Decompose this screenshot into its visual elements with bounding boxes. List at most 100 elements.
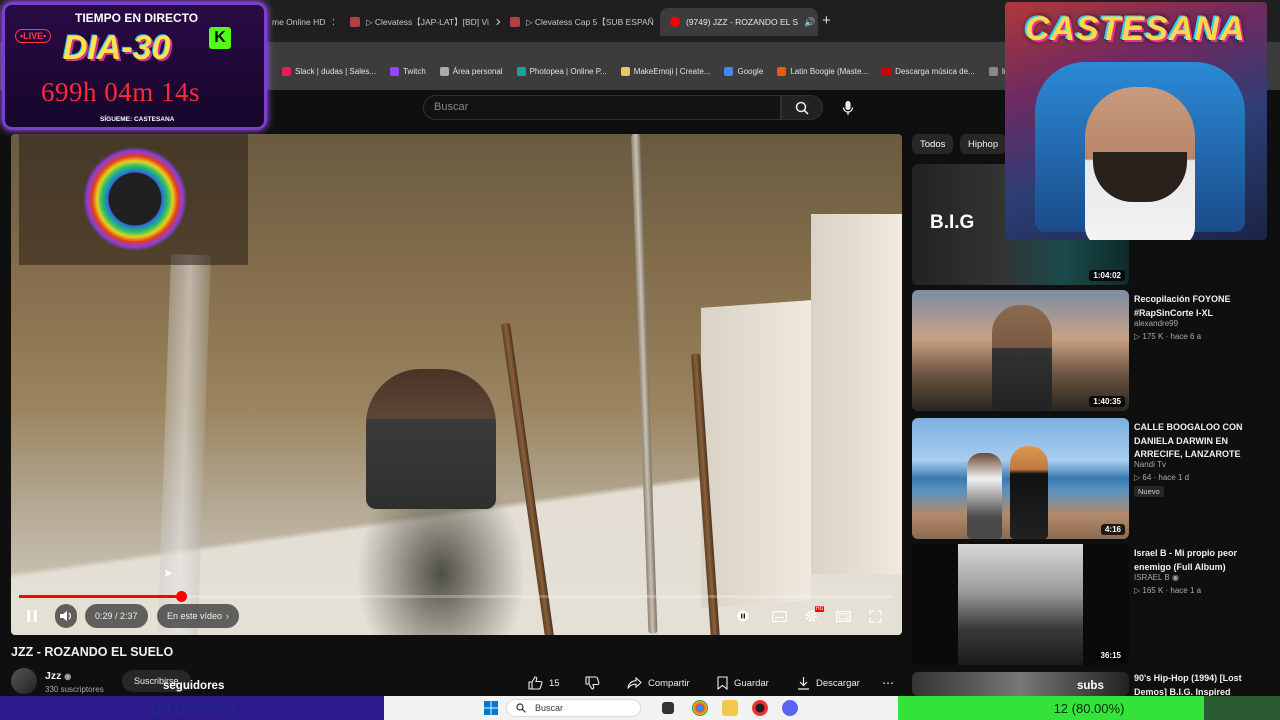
video-frame-rebar <box>631 134 658 634</box>
like-count: 15 <box>549 677 560 689</box>
bookmark-label: Descarga música de... <box>895 67 975 76</box>
webcam-overlay: CASTESANA <box>1005 2 1267 240</box>
recommendation-title[interactable]: 90's Hip-Hop (1994) [Lost Demos] B.I.G. … <box>1134 672 1262 696</box>
video-frame-rebar <box>501 322 556 635</box>
bookmark-item[interactable]: Área personal <box>439 67 503 76</box>
video-title: JZZ - ROZANDO EL SUELO <box>11 645 174 659</box>
more-actions-button[interactable]: ⋯ <box>882 673 894 693</box>
save-button[interactable]: Guardar <box>717 673 769 693</box>
chip-hiphop[interactable]: Hiphop <box>960 134 1007 154</box>
recommendation-title[interactable]: Recopilación FOYONE #RapSinCorte I-XL <box>1134 293 1262 320</box>
obs-icon[interactable] <box>752 700 768 716</box>
search-icon <box>516 703 526 713</box>
pause-button[interactable] <box>21 604 43 628</box>
task-view-icon[interactable] <box>662 702 674 714</box>
share-label: Compartir <box>648 677 690 689</box>
recommendation-thumbnail[interactable]: 4:16 <box>912 418 1129 539</box>
search-button[interactable] <box>781 95 823 120</box>
thumbnail-person <box>992 305 1052 411</box>
channel-name[interactable]: Jzz ◉ <box>45 670 71 682</box>
bookmark-item[interactable]: Twitch <box>390 67 426 76</box>
browser-tab[interactable]: me Online HD ✕ <box>262 8 334 36</box>
new-badge: Nuevo <box>1134 486 1164 497</box>
autoplay-icon <box>737 610 749 622</box>
video-player[interactable]: 0:29 / 2:37 En este vídeo › HD ➤ <box>11 134 902 635</box>
thumbnail-person <box>967 453 1002 539</box>
video-progress-scrubber[interactable] <box>175 591 187 602</box>
recommendation-channel[interactable]: Nandi Tv <box>1134 460 1166 469</box>
recommendation-title[interactable]: CALLE BOOGALOO CON DANIELA DARWIN EN ARR… <box>1134 421 1262 462</box>
bookmark-favicon-icon <box>282 67 291 76</box>
thumbnail-person <box>1010 446 1048 539</box>
bookmark-item[interactable]: MakeEmoji | Create... <box>620 67 711 76</box>
recommendation-thumbnail[interactable]: 1:40:35 <box>912 290 1129 411</box>
live-timer-header: TIEMPO EN DIRECTO <box>75 11 199 25</box>
recommendation-channel[interactable]: alexandre99 <box>1134 319 1178 328</box>
verified-icon: ◉ <box>1171 573 1179 582</box>
browser-tab-active[interactable]: (9749) JZZ - ROZANDO EL S 🔊 ✕ <box>660 8 818 36</box>
volume-button[interactable] <box>55 604 77 628</box>
voice-search-button[interactable] <box>835 95 860 120</box>
channel-avatar[interactable] <box>11 668 37 694</box>
subs-goal-bar: 12 (80.00%) <box>898 696 1280 720</box>
search-input[interactable]: Buscar <box>423 95 781 120</box>
follow-handle: SÍGUEME: CASTESANA <box>100 116 175 123</box>
new-tab-button[interactable]: + <box>822 12 831 29</box>
taskbar-search-input[interactable]: Buscar <box>506 699 641 717</box>
windows-start-icon[interactable] <box>484 701 498 715</box>
download-icon <box>798 677 809 690</box>
settings-button[interactable]: HD <box>801 604 825 628</box>
bookmark-item[interactable]: Descarga música de... <box>882 67 975 76</box>
bookmark-item[interactable]: Latin Boogie (Maste... <box>777 67 868 76</box>
streamer-logo: CASTESANA <box>1025 10 1246 48</box>
bookmark-item[interactable]: Google <box>724 67 763 76</box>
bookmark-item[interactable]: Slack | dudas | Sales... <box>282 67 376 76</box>
like-button[interactable]: 15 <box>528 673 560 693</box>
bookmark-label: MakeEmoji | Create... <box>633 67 711 76</box>
tab-close-icon[interactable]: ✕ <box>331 16 334 29</box>
youtube-favicon-icon <box>670 17 680 27</box>
bookmark-item[interactable]: Photopea | Online P... <box>516 67 607 76</box>
stream-overlay-logo <box>19 134 248 265</box>
subtitles-button[interactable] <box>769 604 789 628</box>
bookmark-favicon-icon <box>777 67 787 76</box>
browser-tab[interactable]: ▷ Clevatess【JAP-LAT】[BD] Vi ✕ <box>340 8 500 36</box>
speaker-icon[interactable]: 🔊 <box>804 17 815 28</box>
thumbnail-photo <box>958 544 1083 665</box>
channel-label: ISRAEL B <box>1134 573 1170 582</box>
recommendation-channel[interactable]: ISRAEL B ◉ <box>1134 573 1179 582</box>
dislike-button[interactable] <box>585 673 600 693</box>
discord-icon[interactable] <box>782 700 798 716</box>
chevron-right-icon: › <box>226 611 230 621</box>
recommendation-meta: ▷ 175 K · hace 6 a <box>1134 332 1202 341</box>
goal-bar-label-followers: seguidores <box>163 680 225 692</box>
tab-label: me Online HD <box>272 17 326 27</box>
chip-all[interactable]: Todos <box>912 134 954 154</box>
recommendation-thumbnail[interactable]: 36:15 <box>912 544 1129 665</box>
theater-mode-button[interactable] <box>833 604 853 628</box>
subs-goal-value: 12 (80.00%) <box>1053 700 1125 716</box>
browser-tab[interactable]: ▷ Clevatess Cap 5【SUB ESPAÑ ✕ <box>500 8 658 36</box>
upload-age: hace 6 a <box>1170 332 1202 341</box>
bookmark-label: Slack | dudas | Sales... <box>295 67 377 76</box>
pause-icon <box>27 610 37 622</box>
more-horizontal-icon: ⋯ <box>882 676 894 690</box>
fullscreen-icon <box>868 609 882 623</box>
bookmark-icon <box>717 676 728 690</box>
stream-live-timer-overlay: TIEMPO EN DIRECTO •LIVE• DIA-30 K 699h 0… <box>2 2 267 130</box>
download-button[interactable]: Descargar <box>797 673 860 693</box>
chrome-icon[interactable] <box>692 700 708 716</box>
volume-icon <box>59 611 71 621</box>
save-label: Guardar <box>734 677 769 689</box>
subs-goal-fill <box>898 696 1204 720</box>
recommendation-title[interactable]: Israel B - Mi propio peor enemigo (Full … <box>1134 547 1262 574</box>
share-button[interactable]: Compartir <box>627 673 690 693</box>
autoplay-toggle[interactable] <box>735 604 751 628</box>
file-explorer-icon[interactable] <box>722 700 738 716</box>
chapters-button[interactable]: En este vídeo › <box>157 604 240 628</box>
bookmark-label: Twitch <box>403 67 426 76</box>
fullscreen-button[interactable] <box>865 604 885 628</box>
bookmarks-list: Slack | dudas | Sales... Twitch Área perso… <box>282 67 1019 76</box>
video-duration: 4:16 <box>1100 524 1125 535</box>
video-progress-bar[interactable] <box>19 591 894 602</box>
